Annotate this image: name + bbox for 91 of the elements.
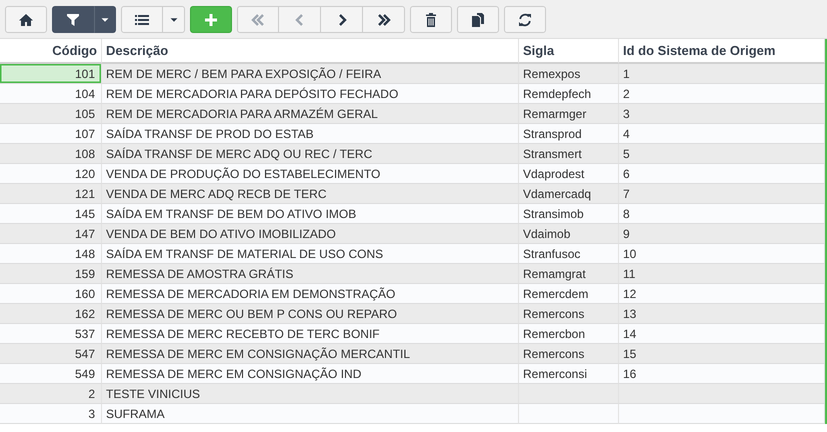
copy-button[interactable]	[457, 6, 499, 33]
table-cell: TESTE VINICIUS	[102, 384, 519, 404]
add-button[interactable]	[190, 6, 232, 33]
table-cell: SAÍDA EM TRANSF DE MATERIAL DE USO CONS	[102, 244, 519, 264]
table-cell: SAÍDA EM TRANSF DE BEM DO ATIVO IMOB	[102, 204, 519, 224]
table-cell: SUFRAMA	[102, 404, 519, 424]
table-cell: 537	[0, 324, 102, 344]
table-cell: 162	[0, 304, 102, 324]
table-cell: 11	[619, 264, 825, 284]
table-cell: 8	[619, 204, 825, 224]
table-cell: Remercons	[519, 344, 619, 364]
table-cell: REMESSA DE MERC EM CONSIGNAÇÃO MERCANTIL	[102, 344, 519, 364]
table-cell: 4	[619, 124, 825, 144]
table-cell: Vdamercadq	[519, 184, 619, 204]
table-cell: VENDA DE PRODUÇÃO DO ESTABELECIMENTO	[102, 164, 519, 184]
filter-button[interactable]	[52, 6, 94, 33]
table-cell: 105	[0, 104, 102, 124]
column-header[interactable]: Descrição	[102, 39, 519, 64]
table-cell: 3	[619, 104, 825, 124]
table-cell: Stransmert	[519, 144, 619, 164]
table-cell: Remamgrat	[519, 264, 619, 284]
table-cell: 145	[0, 204, 102, 224]
column-header[interactable]: Id do Sistema de Origem	[619, 39, 825, 64]
table-cell: Remdepfech	[519, 84, 619, 104]
table-cell: Remerconsi	[519, 364, 619, 384]
table-cell: 9	[619, 224, 825, 244]
table-cell: 147	[0, 224, 102, 244]
table-cell: SAÍDA TRANSF DE MERC ADQ OU REC / TERC	[102, 144, 519, 164]
table-cell: 159	[0, 264, 102, 284]
table-cell: 3	[0, 404, 102, 424]
table-cell: REM DE MERCADORIA PARA ARMAZÉM GERAL	[102, 104, 519, 124]
table-cell: 160	[0, 284, 102, 304]
filter-icon	[66, 12, 80, 26]
double-right-chevron-icon	[376, 12, 390, 26]
table-cell: REM DE MERCADORIA PARA DEPÓSITO FECHADO	[102, 84, 519, 104]
trash-icon	[424, 12, 438, 26]
table-cell: Remarmger	[519, 104, 619, 124]
table-cell: 5	[619, 144, 825, 164]
table-cell: 2	[0, 384, 102, 404]
column-header[interactable]: Sigla	[519, 39, 619, 64]
column-header[interactable]: Código	[0, 39, 102, 64]
table-cell: SAÍDA TRANSF DE PROD DO ESTAB	[102, 124, 519, 144]
plus-icon	[204, 12, 218, 26]
table-cell: REMESSA DE MERC RECEBTO DE TERC BONIF	[102, 324, 519, 344]
table-cell: 108	[0, 144, 102, 164]
table-cell: 120	[0, 164, 102, 184]
table-cell: 10	[619, 244, 825, 264]
table-cell: Stransimob	[519, 204, 619, 224]
next-button[interactable]	[321, 6, 363, 33]
table-cell: REM DE MERC / BEM PARA EXPOSIÇÃO / FEIRA	[102, 64, 519, 84]
table-cell: Remercons	[519, 304, 619, 324]
table-cell: Vdaimob	[519, 224, 619, 244]
table-cell: VENDA DE BEM DO ATIVO IMOBILIZADO	[102, 224, 519, 244]
table-cell: 121	[0, 184, 102, 204]
dropdown-button[interactable]	[94, 6, 116, 33]
home-icon	[19, 12, 33, 26]
table-cell: 1	[619, 64, 825, 84]
last-button[interactable]	[363, 6, 405, 33]
list-button[interactable]	[121, 6, 163, 33]
table-cell: 549	[0, 364, 102, 384]
delete-button[interactable]	[410, 6, 452, 33]
table-cell: REMESSA DE MERC OU BEM P CONS OU REPARO	[102, 304, 519, 324]
table-cell: 101	[0, 64, 102, 84]
table-cell: 148	[0, 244, 102, 264]
home-button[interactable]	[5, 6, 47, 33]
table-cell: REMESSA DE AMOSTRA GRÁTIS	[102, 264, 519, 284]
table-cell: 547	[0, 344, 102, 364]
table-cell: 107	[0, 124, 102, 144]
table-cell: 16	[619, 364, 825, 384]
table-cell: Remercdem	[519, 284, 619, 304]
table-cell: 2	[619, 84, 825, 104]
table-cell: REMESSA DE MERCADORIA EM DEMONSTRAÇÃO	[102, 284, 519, 304]
table-cell: VENDA DE MERC ADQ RECB DE TERC	[102, 184, 519, 204]
table-cell: Remexpos	[519, 64, 619, 84]
list-icon	[135, 12, 149, 26]
table-cell: 15	[619, 344, 825, 364]
table-cell: 104	[0, 84, 102, 104]
table-cell: 12	[619, 284, 825, 304]
table-cell: REMESSA DE MERC EM CONSIGNAÇÃO IND	[102, 364, 519, 384]
double-left-chevron-icon	[251, 12, 265, 26]
table-cell: 13	[619, 304, 825, 324]
table-cell: 6	[619, 164, 825, 184]
table-cell: Stranfusoc	[519, 244, 619, 264]
table-cell: Remercbon	[519, 324, 619, 344]
documents-icon	[471, 12, 485, 26]
refresh-icon	[518, 12, 532, 26]
table-cell: 7	[619, 184, 825, 204]
refresh-button[interactable]	[504, 6, 546, 33]
table-cell: Vdaprodest	[519, 164, 619, 184]
table-cell: 14	[619, 324, 825, 344]
table-cell: Stransprod	[519, 124, 619, 144]
